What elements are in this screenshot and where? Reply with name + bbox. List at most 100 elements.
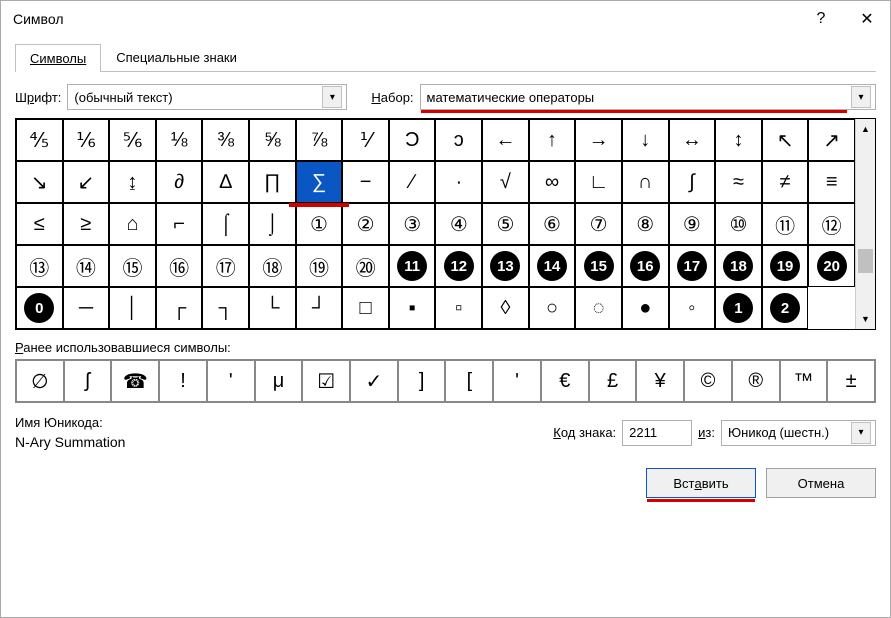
symbol-cell[interactable]: ⑦ (575, 203, 622, 245)
recent-symbol-cell[interactable]: ® (732, 360, 780, 402)
symbol-cell[interactable]: ⅟ (342, 119, 389, 161)
symbol-cell[interactable]: 2 (762, 287, 809, 329)
symbol-cell[interactable]: ↓ (622, 119, 669, 161)
symbol-cell[interactable]: 11 (389, 245, 436, 287)
symbol-cell[interactable]: ② (342, 203, 389, 245)
cancel-button[interactable]: Отмена (766, 468, 876, 498)
symbol-cell[interactable]: ⑥ (529, 203, 576, 245)
symbol-cell[interactable]: 1 (715, 287, 762, 329)
recent-symbol-cell[interactable]: ¥ (636, 360, 684, 402)
from-select[interactable]: Юникод (шестн.) ▾ (721, 420, 876, 446)
symbol-cell[interactable]: ↘ (16, 161, 63, 203)
recent-symbol-cell[interactable]: ∅ (16, 360, 64, 402)
symbol-cell[interactable]: ⅘ (16, 119, 63, 161)
symbol-cell[interactable]: ⑨ (669, 203, 716, 245)
symbol-cell[interactable]: 19 (762, 245, 809, 287)
symbol-cell[interactable]: ⑱ (249, 245, 296, 287)
symbol-cell[interactable]: ↗ (808, 119, 855, 161)
tab-special[interactable]: Специальные знаки (101, 43, 252, 71)
symbol-cell[interactable]: └ (249, 287, 296, 329)
symbol-cell[interactable]: ⅚ (109, 119, 156, 161)
recent-symbol-cell[interactable]: ✓ (350, 360, 398, 402)
symbol-cell[interactable]: ◊ (482, 287, 529, 329)
symbol-cell[interactable]: 0 (16, 287, 63, 329)
symbol-cell[interactable]: ∆ (202, 161, 249, 203)
close-button[interactable]: ✕ (844, 1, 890, 37)
recent-symbol-cell[interactable]: ] (398, 360, 446, 402)
subset-select[interactable]: математические операторы ▾ (420, 84, 876, 110)
symbol-cell[interactable]: ⌂ (109, 203, 156, 245)
symbol-cell[interactable]: ⑰ (202, 245, 249, 287)
symbol-cell[interactable]: 20 (808, 245, 855, 287)
symbol-cell[interactable]: ↖ (762, 119, 809, 161)
recent-symbol-cell[interactable]: £ (589, 360, 637, 402)
symbol-cell[interactable]: ① (296, 203, 343, 245)
symbol-cell[interactable]: ⅙ (63, 119, 110, 161)
scroll-thumb[interactable] (858, 249, 873, 273)
symbol-cell[interactable]: ⑭ (63, 245, 110, 287)
symbol-cell[interactable]: ◌ (575, 287, 622, 329)
symbol-cell[interactable]: ⑤ (482, 203, 529, 245)
symbol-cell[interactable]: Ɔ (389, 119, 436, 161)
symbol-cell[interactable]: ← (482, 119, 529, 161)
symbol-cell[interactable]: − (342, 161, 389, 203)
symbol-cell[interactable]: ┐ (202, 287, 249, 329)
symbol-cell[interactable]: ⑧ (622, 203, 669, 245)
scroll-down-icon[interactable]: ▼ (856, 309, 875, 329)
recent-symbol-cell[interactable]: ! (159, 360, 207, 402)
symbol-cell[interactable]: ⌠ (202, 203, 249, 245)
symbol-cell[interactable]: □ (342, 287, 389, 329)
symbol-cell[interactable]: ⑪ (762, 203, 809, 245)
symbol-cell[interactable]: 14 (529, 245, 576, 287)
symbol-cell[interactable]: ≈ (715, 161, 762, 203)
symbol-cell[interactable]: ─ (63, 287, 110, 329)
symbol-cell[interactable]: ∟ (575, 161, 622, 203)
symbol-cell[interactable]: ∂ (156, 161, 203, 203)
symbol-cell[interactable]: ⑬ (16, 245, 63, 287)
symbol-cell[interactable]: ↑ (529, 119, 576, 161)
symbol-cell[interactable]: ↔ (669, 119, 716, 161)
symbol-cell[interactable]: ∑ (296, 161, 343, 203)
symbol-cell[interactable]: ∏ (249, 161, 296, 203)
recent-symbol-cell[interactable]: ʹ (207, 360, 255, 402)
symbol-cell[interactable]: ∫ (669, 161, 716, 203)
symbol-cell[interactable]: ┌ (156, 287, 203, 329)
symbol-cell[interactable]: ⑮ (109, 245, 156, 287)
symbol-cell[interactable]: ▪ (389, 287, 436, 329)
symbol-cell[interactable]: ≡ (808, 161, 855, 203)
symbol-cell[interactable]: 12 (435, 245, 482, 287)
recent-symbol-cell[interactable]: ± (827, 360, 875, 402)
symbol-cell[interactable]: ⑩ (715, 203, 762, 245)
symbol-cell[interactable]: ⅞ (296, 119, 343, 161)
symbol-cell[interactable]: → (575, 119, 622, 161)
scroll-up-icon[interactable]: ▲ (856, 119, 875, 139)
insert-button[interactable]: Вставить (646, 468, 756, 498)
symbol-cell[interactable]: ≤ (16, 203, 63, 245)
symbol-cell[interactable]: ∙ (435, 161, 482, 203)
symbol-cell[interactable]: ∞ (529, 161, 576, 203)
symbol-cell[interactable]: ⅛ (156, 119, 203, 161)
symbol-cell[interactable]: │ (109, 287, 156, 329)
symbol-cell[interactable]: ⅝ (249, 119, 296, 161)
symbol-cell[interactable]: ⑫ (808, 203, 855, 245)
symbol-cell[interactable]: ◦ (669, 287, 716, 329)
symbol-cell[interactable]: ↙ (63, 161, 110, 203)
help-button[interactable]: ? (798, 1, 844, 37)
recent-symbol-cell[interactable]: ™ (780, 360, 828, 402)
symbol-cell[interactable]: 16 (622, 245, 669, 287)
symbol-cell[interactable]: 18 (715, 245, 762, 287)
symbol-cell[interactable]: ɔ (435, 119, 482, 161)
tab-symbols[interactable]: Символы (15, 44, 101, 72)
symbol-cell[interactable]: ④ (435, 203, 482, 245)
recent-symbol-cell[interactable]: [ (445, 360, 493, 402)
scrollbar[interactable]: ▲ ▼ (855, 119, 875, 329)
symbol-cell[interactable]: ○ (529, 287, 576, 329)
symbol-cell[interactable]: ↨ (109, 161, 156, 203)
symbol-cell[interactable]: ③ (389, 203, 436, 245)
symbol-cell[interactable]: ≥ (63, 203, 110, 245)
symbol-cell[interactable]: 17 (669, 245, 716, 287)
symbol-cell[interactable]: ▫ (435, 287, 482, 329)
symbol-cell[interactable]: ⌡ (249, 203, 296, 245)
symbol-cell[interactable]: ⑯ (156, 245, 203, 287)
symbol-cell[interactable]: ↕ (715, 119, 762, 161)
